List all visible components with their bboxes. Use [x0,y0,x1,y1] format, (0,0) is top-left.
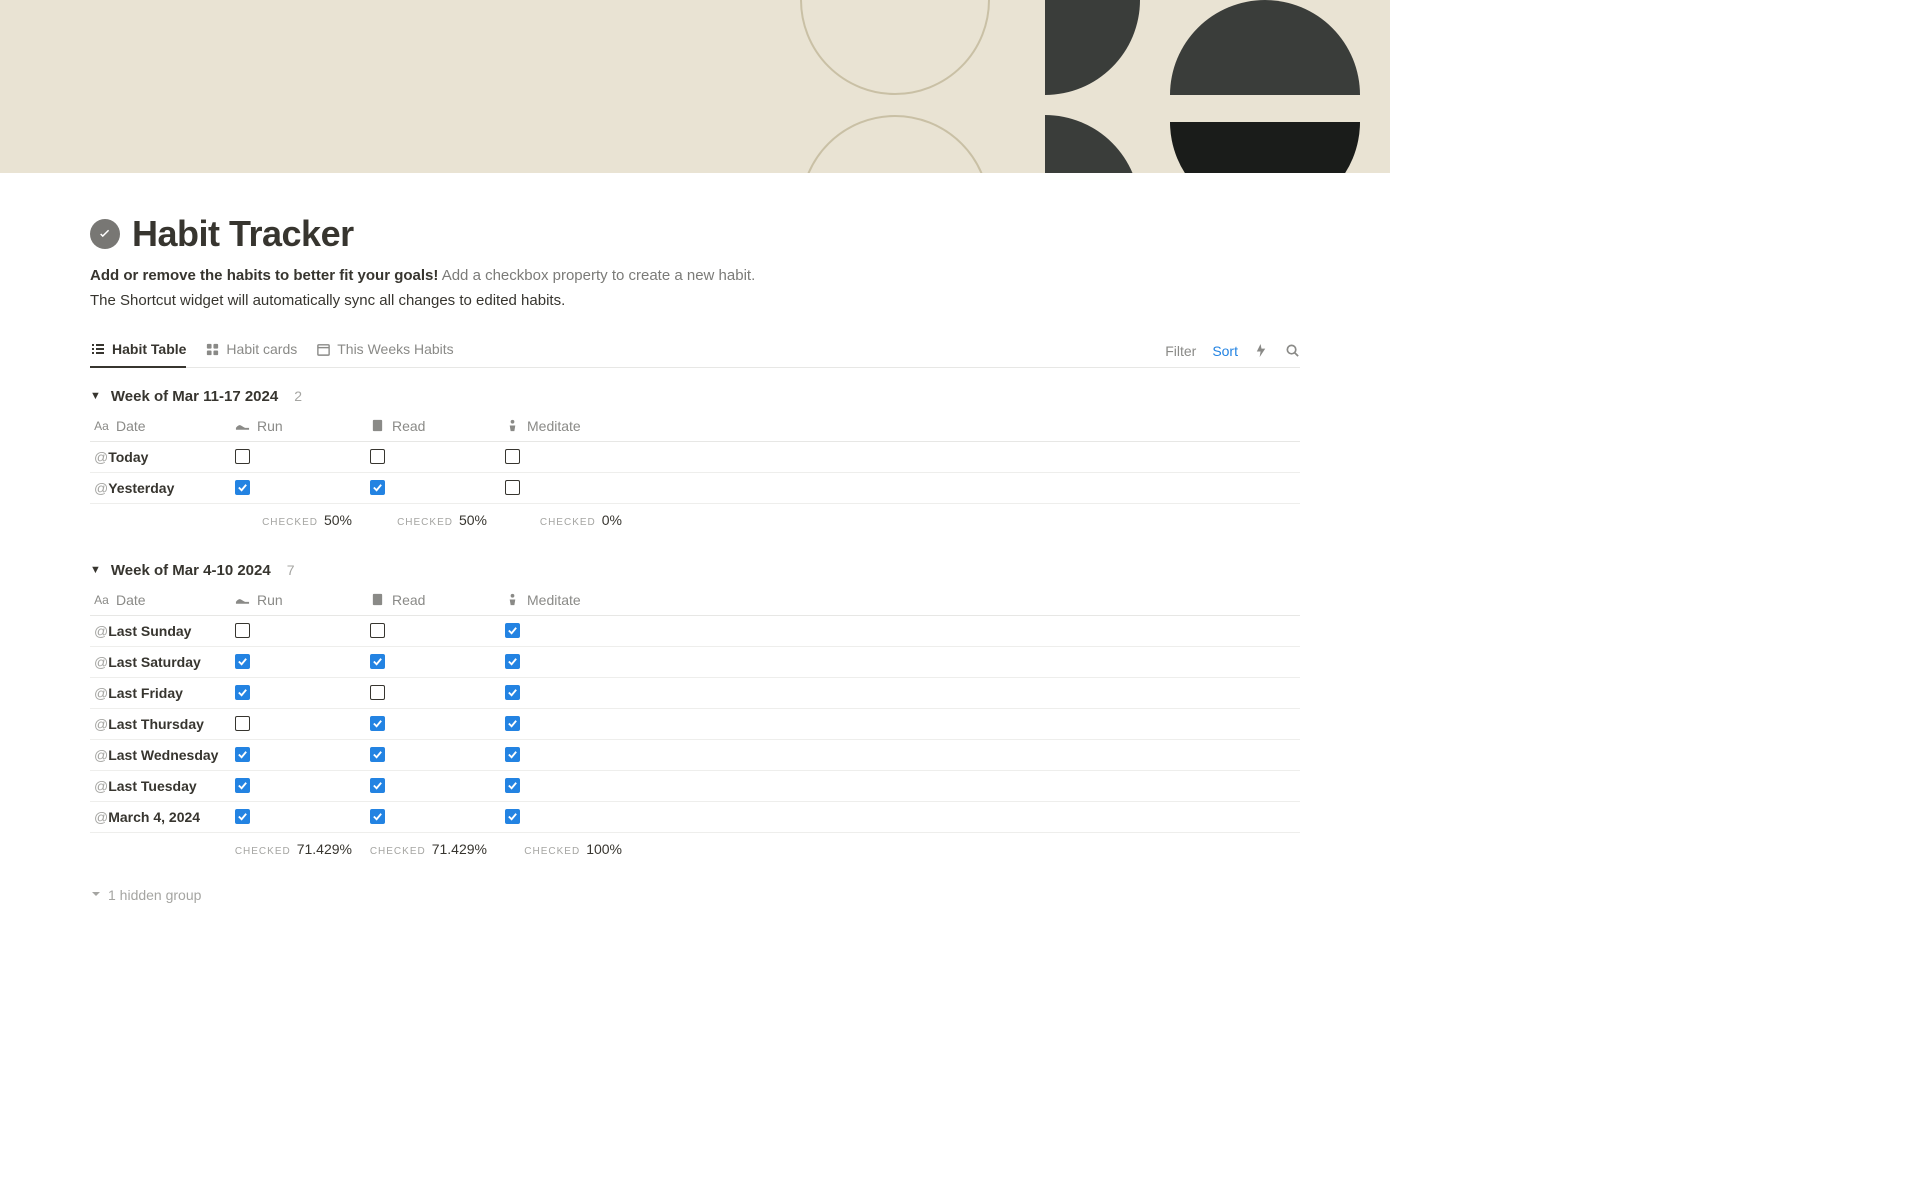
shoe-icon [235,594,250,606]
date-cell: @Last Saturday [90,654,235,670]
text-icon: Aa [94,593,109,607]
habit-checkbox[interactable] [235,623,250,638]
habit-checkbox[interactable] [235,716,250,731]
shoe-icon [235,420,250,432]
table-header: Aa Date Run Read Meditate [90,411,1300,442]
page-icon-check-circle [90,219,120,249]
date-cell: @Last Sunday [90,623,235,639]
habit-checkbox[interactable] [505,623,520,638]
board-icon [204,341,220,357]
search-icon[interactable] [1285,343,1300,358]
person-icon [505,593,520,606]
table-group: ▼ Week of Mar 4-10 2024 7 Aa Date Run Read Medi… [90,556,1300,871]
group-title: Week of Mar 11-17 2024 [111,388,278,405]
group-header[interactable]: ▼ Week of Mar 4-10 2024 7 [90,556,1300,585]
calendar-icon [315,341,331,357]
habit-checkbox[interactable] [505,480,520,495]
habit-checkbox[interactable] [505,654,520,669]
page-subtitle-2: The Shortcut widget will automatically s… [90,292,1300,309]
page-cover [0,0,1390,173]
column-meditate: Meditate [527,418,581,434]
habit-checkbox[interactable] [235,654,250,669]
habit-checkbox[interactable] [370,685,385,700]
habit-checkbox[interactable] [505,747,520,762]
date-cell: @Today [90,449,235,465]
date-cell: @March 4, 2024 [90,809,235,825]
column-read: Read [392,592,425,608]
tab-habit-table[interactable]: Habit Table [90,335,186,368]
column-meditate: Meditate [527,592,581,608]
text-icon: Aa [94,419,109,433]
tab-habit-cards[interactable]: Habit cards [204,335,297,367]
column-date: Date [116,418,146,434]
date-cell: @Last Friday [90,685,235,701]
group-header[interactable]: ▼ Week of Mar 11-17 2024 2 [90,382,1300,411]
habit-checkbox[interactable] [370,654,385,669]
group-count: 7 [287,562,295,578]
list-icon [90,341,106,357]
date-cell: @Last Thursday [90,716,235,732]
habit-checkbox[interactable] [235,685,250,700]
table-row[interactable]: @March 4, 2024 [90,802,1300,833]
page-title: Habit Tracker [132,213,354,255]
table-header: Aa Date Run Read Meditate [90,585,1300,616]
filter-button[interactable]: Filter [1165,343,1196,359]
summary-row: Checked50%Checked50%Checked0% [90,504,1300,542]
summary-row: Checked71.429%Checked71.429%Checked100% [90,833,1300,871]
book-icon [370,593,385,606]
table-row[interactable]: @Last Thursday [90,709,1300,740]
habit-checkbox[interactable] [370,747,385,762]
group-toggle-icon[interactable]: ▼ [90,390,101,402]
habit-checkbox[interactable] [370,623,385,638]
table-row[interactable]: @Last Tuesday [90,771,1300,802]
date-cell: @Last Tuesday [90,778,235,794]
habit-checkbox[interactable] [370,778,385,793]
table-row[interactable]: @Last Sunday [90,616,1300,647]
cover-art [790,0,1390,173]
date-cell: @Last Wednesday [90,747,235,763]
habit-checkbox[interactable] [235,449,250,464]
habit-checkbox[interactable] [505,809,520,824]
table-row[interactable]: @Last Friday [90,678,1300,709]
group-count: 2 [294,388,302,404]
book-icon [370,419,385,432]
group-toggle-icon[interactable]: ▼ [90,564,101,576]
hidden-groups-toggle[interactable]: 1 hidden group [90,881,1300,909]
habit-checkbox[interactable] [235,480,250,495]
habit-checkbox[interactable] [370,449,385,464]
table-group: ▼ Week of Mar 11-17 2024 2 Aa Date Run Read Med… [90,382,1300,542]
person-icon [505,419,520,432]
page-subtitle: Add or remove the habits to better fit y… [90,265,1300,288]
chevron-down-icon [90,887,102,903]
habit-checkbox[interactable] [235,778,250,793]
sort-button[interactable]: Sort [1212,343,1238,359]
habit-checkbox[interactable] [370,809,385,824]
habit-checkbox[interactable] [370,716,385,731]
tab-this-weeks-habits[interactable]: This Weeks Habits [315,335,453,367]
habit-checkbox[interactable] [505,685,520,700]
habit-checkbox[interactable] [505,449,520,464]
habit-checkbox[interactable] [505,716,520,731]
column-read: Read [392,418,425,434]
view-tabs: Habit Table Habit cards This Weeks Habit… [90,335,1300,368]
column-run: Run [257,418,283,434]
habit-checkbox[interactable] [235,747,250,762]
habit-checkbox[interactable] [505,778,520,793]
table-row[interactable]: @Today [90,442,1300,473]
table-row[interactable]: @Last Wednesday [90,740,1300,771]
column-date: Date [116,592,146,608]
date-cell: @Yesterday [90,480,235,496]
habit-checkbox[interactable] [235,809,250,824]
habit-checkbox[interactable] [370,480,385,495]
table-row[interactable]: @Last Saturday [90,647,1300,678]
column-run: Run [257,592,283,608]
table-row[interactable]: @Yesterday [90,473,1300,504]
automations-icon[interactable] [1254,343,1269,358]
group-title: Week of Mar 4-10 2024 [111,562,271,579]
